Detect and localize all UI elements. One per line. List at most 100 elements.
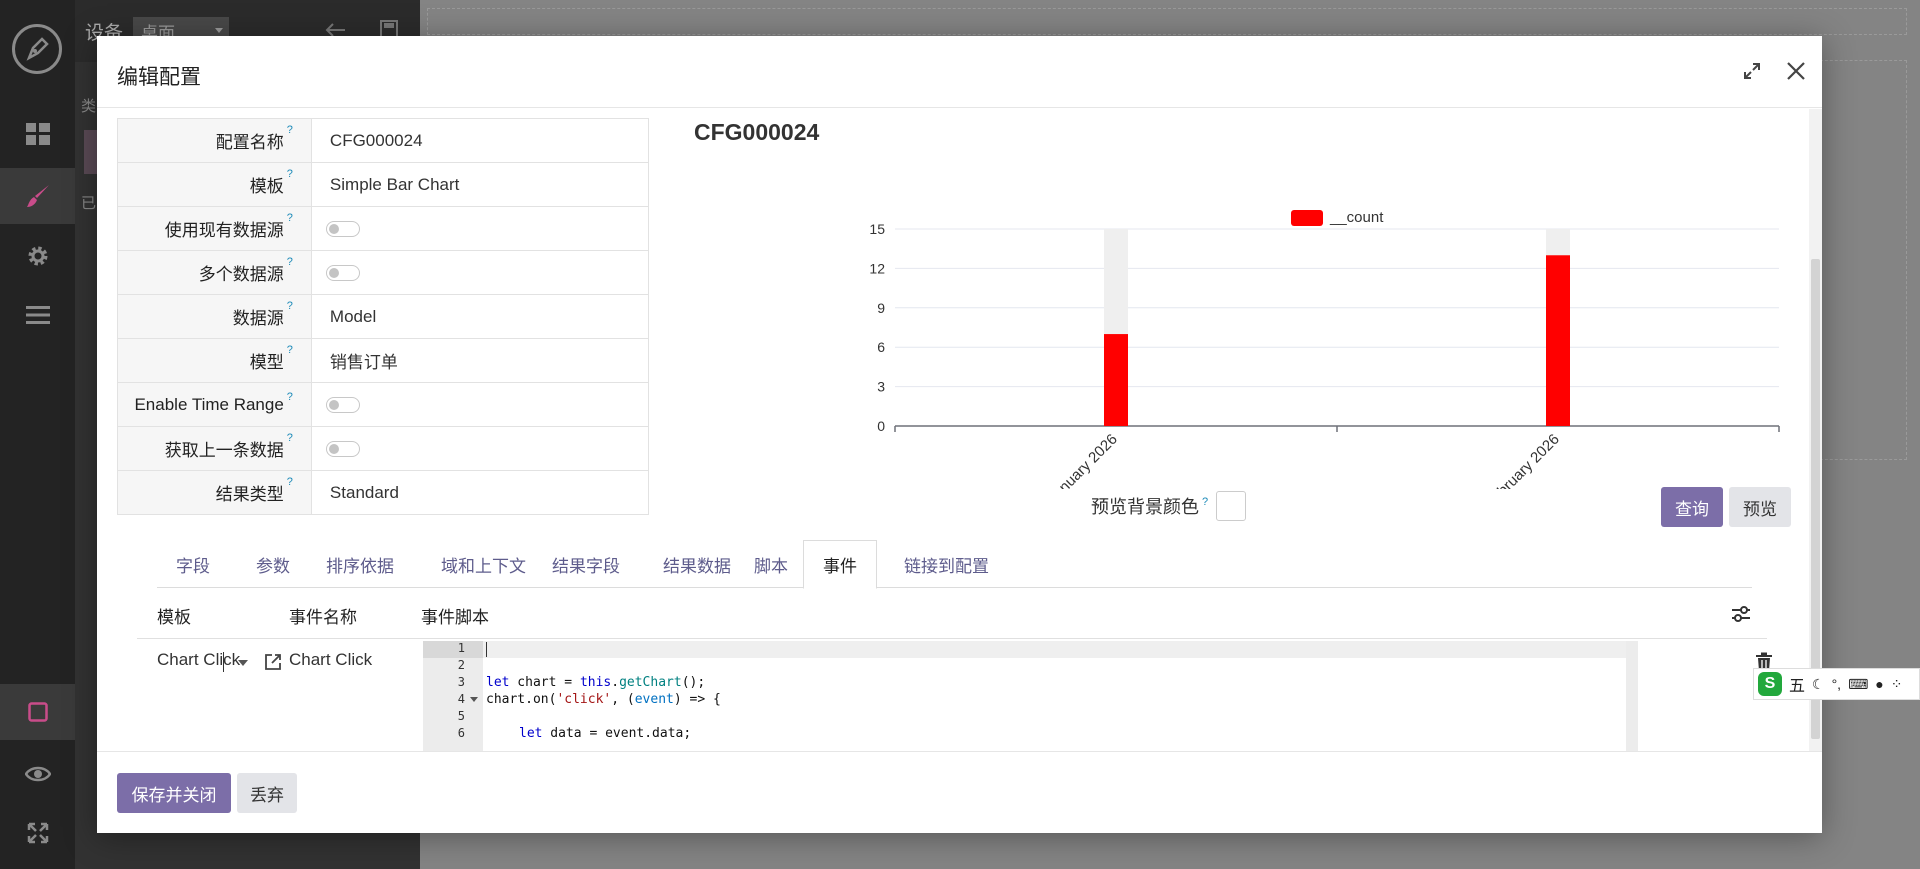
toggle-switch[interactable]: [325, 265, 360, 282]
tab-4[interactable]: 域和上下文: [422, 540, 545, 588]
form-value[interactable]: Model: [310, 294, 650, 339]
form-row: 多个数据源?: [117, 250, 650, 295]
help-hint-icon[interactable]: ?: [287, 300, 293, 312]
form-label: 模板?: [117, 162, 312, 207]
keyboard-icon[interactable]: ⌨: [1848, 676, 1868, 693]
event-row: Chart Click Chart Click 12 3 45 6 let chart…: [137, 640, 1772, 751]
help-hint-icon[interactable]: ?: [287, 432, 293, 444]
discard-button[interactable]: 丢弃: [237, 773, 297, 813]
event-template-input[interactable]: Chart Click: [157, 650, 240, 670]
event-name-field[interactable]: Chart Click: [289, 650, 372, 670]
sidebar-square[interactable]: [0, 684, 75, 740]
help-hint-icon[interactable]: ?: [287, 391, 293, 403]
status-label: 已: [81, 195, 97, 212]
events-header: 模板 事件名称 事件脚本: [137, 588, 1767, 639]
form-value[interactable]: 销售订单: [310, 338, 650, 383]
bar-chart: __count 0 3 6 9 12 15 January 2026 February 2026: [869, 209, 1780, 489]
text-cursor: [223, 652, 224, 672]
form-row: 使用现有数据源?: [117, 206, 650, 251]
sidebar-dashboard[interactable]: [0, 106, 75, 162]
form-value[interactable]: CFG000024: [310, 118, 650, 163]
col-event-script: 事件脚本: [421, 608, 489, 627]
sliders-icon[interactable]: [1729, 602, 1753, 626]
help-hint-icon[interactable]: ?: [287, 168, 293, 180]
app-sidebar: [0, 0, 75, 869]
form-row: 模板? Simple Bar Chart: [117, 162, 650, 207]
dialog-body: 配置名称? CFG000024 模板? Simple Bar Chart 使用现有数据源…: [97, 109, 1822, 751]
line-number: 3: [457, 675, 465, 689]
dialog-scrollbar-thumb[interactable]: [1811, 259, 1820, 739]
line-number: 6: [457, 726, 465, 740]
canvas-row-outline: [427, 8, 1907, 35]
help-hint-icon[interactable]: ?: [287, 256, 293, 268]
help-hint-icon[interactable]: ?: [287, 476, 293, 488]
col-event-name: 事件名称: [289, 608, 357, 627]
help-hint-icon[interactable]: ?: [1202, 496, 1208, 508]
form-row: 获取上一条数据?: [117, 426, 650, 471]
section-label: 类: [81, 98, 97, 115]
toggle-switch[interactable]: [325, 441, 360, 458]
form-value[interactable]: Simple Bar Chart: [310, 162, 650, 207]
line-gutter: 12 3 45 6: [423, 641, 483, 751]
config-tabs: 字段 参数 排序依据 域和上下文 结果字段 结果数据 脚本 事件 链接到配置: [157, 540, 1752, 589]
dialog-title: 编辑配置: [117, 66, 201, 89]
chevron-down-icon[interactable]: [238, 660, 248, 666]
user-icon[interactable]: ●: [1875, 676, 1883, 692]
sidebar-fullscreen[interactable]: [0, 805, 75, 861]
grid-icon[interactable]: ⁘: [1891, 676, 1903, 693]
preview-bg-color-picker[interactable]: [1216, 491, 1247, 521]
app-logo[interactable]: [12, 24, 62, 74]
line-number: 1: [423, 641, 483, 658]
bar: [1546, 255, 1570, 426]
ime-mode[interactable]: 五: [1789, 672, 1805, 696]
y-tick-label: 12: [869, 260, 885, 276]
maximize-button[interactable]: [1741, 60, 1763, 82]
toggle-cell: [310, 206, 650, 251]
code-editor[interactable]: 12 3 45 6 let chart = this.getChart(); char…: [423, 641, 1638, 751]
active-line-highlight: [483, 641, 1626, 658]
code-line-3: let chart = this.getChart();: [486, 675, 706, 690]
legend-label: __count: [1329, 209, 1384, 226]
close-button[interactable]: [1783, 58, 1809, 84]
toggle-cell: [310, 250, 650, 295]
editor-cursor: [486, 642, 487, 657]
moon-icon[interactable]: ☾: [1812, 676, 1825, 693]
bar: [1104, 334, 1128, 426]
ime-toolbar[interactable]: S 五 ☾ °, ⌨ ● ⁘: [1753, 668, 1920, 700]
tab-1[interactable]: 字段: [157, 540, 229, 588]
edit-config-dialog: 编辑配置 配置名称? CFG000024 模板? Simple Bar Chart 使用…: [97, 36, 1822, 833]
pen-nib-icon: [26, 37, 49, 61]
form-label: 多个数据源?: [117, 250, 312, 295]
query-button[interactable]: 查询: [1661, 487, 1723, 527]
tab-5[interactable]: 结果字段: [533, 540, 639, 588]
preview-button[interactable]: 预览: [1729, 487, 1791, 527]
sidebar-menu[interactable]: [0, 287, 75, 343]
save-close-button[interactable]: 保存并关闭: [117, 773, 231, 813]
line-number: 2: [457, 658, 465, 672]
form-label: Enable Time Range?: [117, 382, 312, 427]
form-row: Enable Time Range?: [117, 382, 650, 427]
tab-2[interactable]: 参数: [237, 540, 309, 588]
help-hint-icon[interactable]: ?: [287, 344, 293, 356]
toggle-switch[interactable]: [325, 221, 360, 238]
line-number: 5: [457, 709, 465, 723]
form-value[interactable]: Standard: [310, 470, 650, 515]
tab-7[interactable]: 脚本: [735, 540, 807, 588]
sidebar-preview[interactable]: [0, 746, 75, 802]
external-link-icon[interactable]: [263, 652, 283, 672]
form-label: 结果类型?: [117, 470, 312, 515]
sidebar-settings[interactable]: [0, 228, 75, 284]
tab-9[interactable]: 链接到配置: [885, 540, 1008, 588]
fold-toggle-icon[interactable]: [470, 697, 478, 702]
preview-bg-color-label: 预览背景颜色: [1091, 497, 1199, 517]
help-hint-icon[interactable]: ?: [287, 212, 293, 224]
tab-8[interactable]: 事件: [803, 540, 877, 589]
sidebar-design[interactable]: [0, 168, 75, 224]
toggle-switch[interactable]: [325, 397, 360, 414]
tab-3[interactable]: 排序依据: [307, 540, 413, 588]
ime-punct[interactable]: °,: [1832, 676, 1842, 692]
form-row: 模型? 销售订单: [117, 338, 650, 383]
dashboard-icon: [25, 123, 50, 145]
help-hint-icon[interactable]: ?: [287, 124, 293, 136]
y-tick-label: 9: [877, 300, 885, 316]
